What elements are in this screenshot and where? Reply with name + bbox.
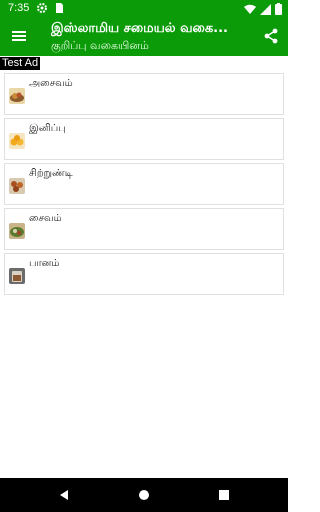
category-card-sweets[interactable]: இனிப்பு [4,118,284,160]
system-nav-bar [0,478,288,512]
app-bar: இஸ்லாமிய சமையல் வகை... குறிப்பு வகையினம் [0,18,288,56]
app-title: இஸ்லாமிய சமையல் வகை... [51,21,228,36]
category-card-drinks[interactable]: பானம் [4,253,284,295]
status-bar: 7:35 [0,0,288,18]
category-card-veg[interactable]: சைவம் [4,208,284,250]
wifi-icon [244,4,256,14]
meat-dish-icon [9,88,25,104]
signal-icon [260,3,271,15]
sweets-icon [9,133,25,149]
share-icon[interactable] [262,27,280,45]
test-ad-label[interactable]: Test Ad [0,57,41,70]
category-label: இனிப்பு [29,123,66,134]
veg-dish-icon [9,223,25,239]
menu-icon[interactable] [11,28,27,44]
category-label: பானம் [29,258,60,269]
home-icon[interactable] [137,488,151,502]
recents-icon[interactable] [217,488,231,502]
category-card-snacks[interactable]: சிற்றுண்டி [4,163,284,205]
app-subtitle: குறிப்பு வகையினம் [51,39,149,52]
snack-icon [9,178,25,194]
status-time: 7:35 [8,2,30,14]
category-label: அசைவம் [29,78,73,89]
drink-icon [9,268,25,284]
category-label: சைவம் [29,213,62,224]
back-icon[interactable] [57,488,71,502]
category-label: சிற்றுண்டி [29,168,73,179]
settings-gear-icon [37,3,47,13]
battery-icon [275,3,282,15]
category-card-non-veg[interactable]: அசைவம் [4,73,284,115]
sim-card-icon [56,3,63,13]
category-list: அசைவம் இனிப்பு சிற்றுண்டி சைவம் பானம் [4,73,284,298]
